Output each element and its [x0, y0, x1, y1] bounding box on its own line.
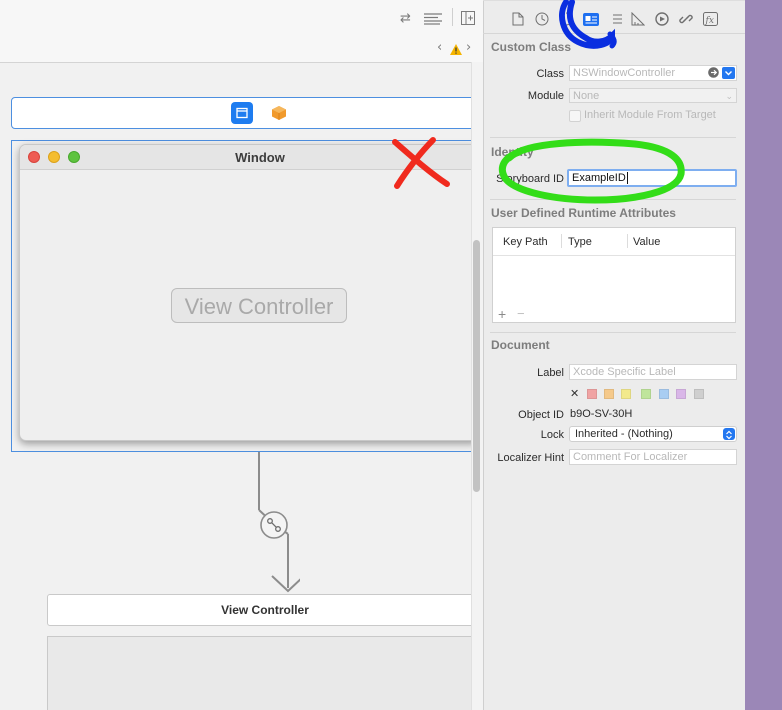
- desktop-background: [745, 0, 782, 710]
- module-label: Module: [527, 90, 564, 102]
- warning-icon[interactable]: [450, 42, 462, 60]
- column-type[interactable]: Type: [568, 236, 592, 248]
- blue-circle-annotation: [559, 0, 617, 49]
- add-attribute-button[interactable]: +: [498, 306, 506, 322]
- storyboard-canvas[interactable]: ⇄ ‹ › Window View Controller View Contro…: [0, 0, 483, 710]
- document-title: Document: [491, 338, 550, 352]
- color-swatch-green[interactable]: [641, 389, 651, 399]
- view-controller-placeholder[interactable]: View Controller: [171, 288, 347, 323]
- document-label-placeholder: Xcode Specific Label: [573, 366, 676, 378]
- localizer-hint-field[interactable]: Comment For Localizer: [569, 449, 737, 465]
- object-id-label: Object ID: [518, 409, 564, 421]
- history-icon[interactable]: [535, 12, 549, 30]
- localizer-hint-label: Localizer Hint: [497, 452, 564, 464]
- color-swatch-gray[interactable]: [694, 389, 704, 399]
- class-placeholder: NSWindowController: [573, 67, 676, 79]
- module-field[interactable]: None ⌄: [569, 88, 737, 103]
- color-swatch-red[interactable]: [587, 389, 597, 399]
- class-label: Class: [536, 68, 564, 80]
- identity-inspector: [483, 0, 745, 710]
- chevron-updown-icon[interactable]: [723, 428, 735, 440]
- clear-color-button[interactable]: ✕: [570, 387, 579, 400]
- lines-icon[interactable]: [424, 12, 442, 30]
- object-id-value: b9O-SV-30H: [570, 408, 633, 420]
- jump-bar: ‹ ›: [0, 34, 483, 63]
- document-label-field[interactable]: Xcode Specific Label: [569, 364, 737, 380]
- runtime-attributes-title: User Defined Runtime Attributes: [491, 206, 676, 220]
- chevron-down-icon: ⌄: [725, 91, 733, 101]
- lock-label: Lock: [540, 429, 564, 441]
- view-controller-scene-body[interactable]: [47, 636, 483, 710]
- connections-icon[interactable]: [655, 12, 669, 30]
- editor-top-bar: ⇄: [0, 0, 483, 35]
- chevron-left-icon[interactable]: ‹: [437, 40, 442, 55]
- remove-attribute-button[interactable]: −: [517, 306, 525, 321]
- segue-icon[interactable]: [259, 510, 289, 545]
- bindings-icon[interactable]: [679, 12, 693, 30]
- inherit-module-label: Inherit Module From Target: [584, 109, 716, 121]
- red-x-annotation: [392, 137, 450, 189]
- color-swatch-yellow[interactable]: [621, 389, 631, 399]
- class-dropdown-button[interactable]: [722, 67, 735, 79]
- first-responder-icon[interactable]: [271, 105, 287, 126]
- lock-popup[interactable]: Inherited - (Nothing): [569, 426, 737, 442]
- column-key-path[interactable]: Key Path: [503, 236, 548, 248]
- window-controller-icon[interactable]: [231, 102, 253, 124]
- size-icon[interactable]: [631, 11, 646, 30]
- class-field[interactable]: NSWindowController: [569, 65, 737, 81]
- inherit-module-checkbox[interactable]: [569, 110, 581, 122]
- chevron-right-icon[interactable]: ›: [466, 40, 471, 55]
- lock-value: Inherited - (Nothing): [575, 428, 673, 440]
- module-placeholder: None: [573, 90, 600, 102]
- green-circle-annotation: [498, 138, 685, 204]
- localizer-hint-placeholder: Comment For Localizer: [573, 451, 688, 463]
- color-swatch-blue[interactable]: [659, 389, 669, 399]
- svg-text:fx: fx: [705, 16, 714, 26]
- color-swatch-orange[interactable]: [604, 389, 614, 399]
- color-swatch-purple[interactable]: [676, 389, 686, 399]
- canvas-scroll-thumb[interactable]: [473, 240, 480, 492]
- runtime-attributes-table[interactable]: Key Path Type Value + −: [492, 227, 736, 323]
- document-label-label: Label: [537, 367, 564, 379]
- file-icon[interactable]: [512, 12, 524, 30]
- effects-icon[interactable]: fx: [703, 12, 718, 30]
- arrow-circle-icon[interactable]: [708, 67, 719, 83]
- view-controller-scene-bar[interactable]: View Controller: [47, 594, 483, 626]
- window-controller-scene-bar[interactable]: [11, 97, 483, 129]
- column-value[interactable]: Value: [633, 236, 660, 248]
- swap-icon[interactable]: ⇄: [400, 11, 411, 26]
- add-editor-icon[interactable]: [461, 11, 475, 30]
